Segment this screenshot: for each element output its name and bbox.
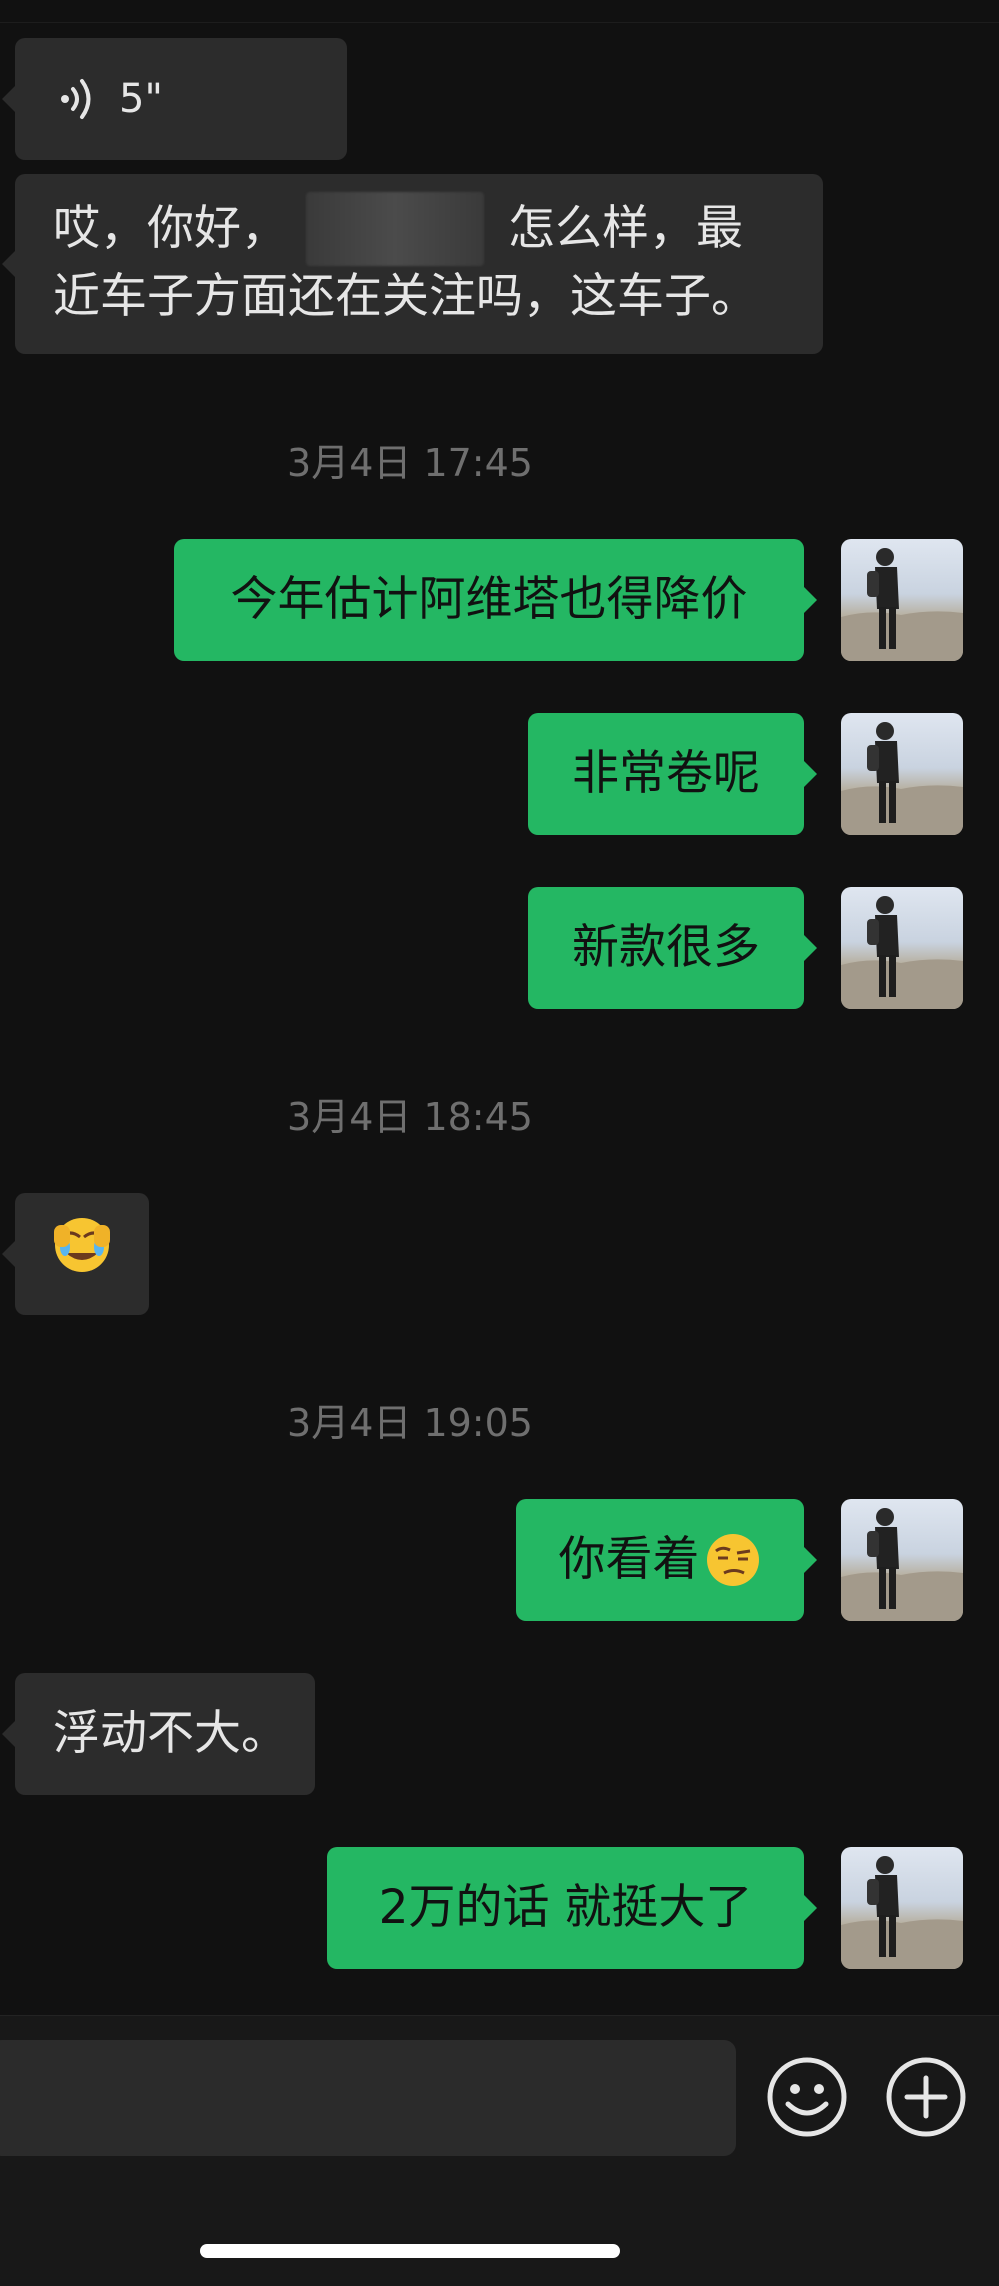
redacted-name-block (306, 192, 484, 266)
received-message-small-float[interactable]: 浮动不大。 (2, 1673, 315, 1795)
facepalm-crying-emoji-icon (52, 1215, 112, 1293)
voice-wave-icon (55, 69, 105, 129)
message-text: 你看着 (558, 1532, 700, 1587)
voice-duration: 5" (119, 76, 163, 122)
avatar[interactable] (841, 1847, 963, 1969)
avatar[interactable] (841, 887, 963, 1009)
greeting-message-bubble[interactable]: 哎，你好， 怎么样，最 近车子方面还在关注吗，这车子。 (2, 174, 823, 354)
sent-message-many-new[interactable]: 新款很多 (528, 887, 817, 1009)
avatar[interactable] (841, 539, 963, 661)
voice-message-bubble[interactable]: 5" (2, 38, 347, 160)
skeptical-emoji-icon (704, 1531, 762, 1589)
smiley-icon[interactable] (766, 2056, 848, 2142)
top-divider (0, 0, 999, 23)
avatar[interactable] (841, 1499, 963, 1621)
message-text: 2万的话 就挺大了 (378, 1880, 753, 1935)
sent-message-price-drop[interactable]: 今年估计阿维塔也得降价 (174, 539, 817, 661)
timestamp-3: 3月4日 19:05 (287, 1401, 533, 1445)
message-input[interactable] (0, 2040, 736, 2156)
plus-circle-icon[interactable] (885, 2056, 967, 2142)
greeting-text-part1: 哎，你好， (53, 201, 288, 256)
message-text: 浮动不大。 (53, 1706, 288, 1761)
sent-message-you-see[interactable]: 你看着 (516, 1499, 817, 1621)
message-text: 非常卷呢 (572, 746, 760, 801)
avatar[interactable] (841, 713, 963, 835)
greeting-text-part2: 怎么样，最 (508, 201, 743, 256)
timestamp-1: 3月4日 17:45 (287, 441, 533, 485)
home-indicator[interactable] (200, 2244, 620, 2258)
greeting-line-1: 哎，你好， 怎么样，最 (53, 192, 785, 266)
message-text: 新款很多 (572, 920, 760, 975)
timestamp-2: 3月4日 18:45 (287, 1095, 533, 1139)
sent-message-competitive[interactable]: 非常卷呢 (528, 713, 817, 835)
greeting-line-2: 近车子方面还在关注吗，这车子。 (53, 269, 758, 324)
emoji-message-bubble[interactable] (2, 1193, 149, 1315)
sent-message-big-if-20k[interactable]: 2万的话 就挺大了 (327, 1847, 817, 1969)
message-text: 今年估计阿维塔也得降价 (230, 572, 748, 627)
